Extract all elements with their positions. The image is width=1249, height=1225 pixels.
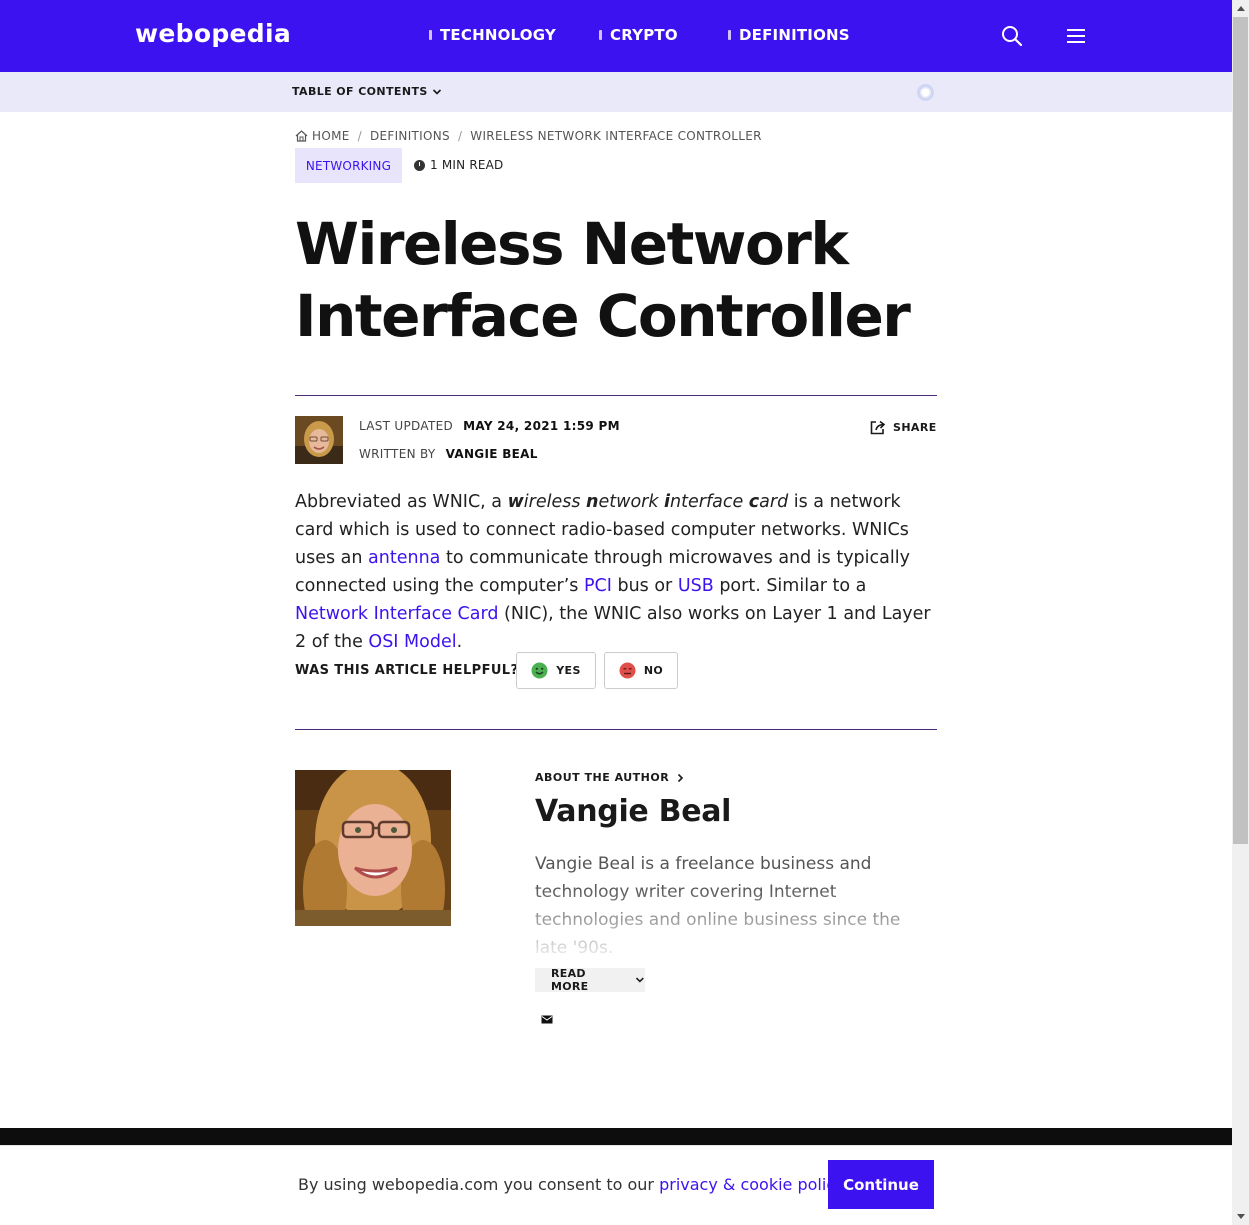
helpful-no-button[interactable]: NO [604, 652, 678, 689]
chevron-right-icon [678, 773, 684, 782]
nav-marker-icon [728, 30, 731, 40]
continue-button[interactable]: Continue [828, 1160, 934, 1209]
search-button[interactable] [1000, 24, 1024, 48]
nav-marker-icon [429, 30, 432, 40]
read-time-label: 1 MIN READ [430, 158, 504, 172]
toc-label: TABLE OF CONTENTS [292, 85, 428, 98]
author-avatar-image [295, 416, 343, 464]
author-bio: Vangie Beal is a freelance business and … [535, 850, 935, 956]
nav-link-technology[interactable]: TECHNOLOGY [429, 26, 556, 44]
author-photo-image [295, 770, 451, 926]
email-icon[interactable] [541, 1015, 553, 1024]
body-text: bus or [611, 576, 678, 596]
last-updated-label: LAST UPDATED [359, 419, 454, 433]
divider [295, 729, 937, 730]
article-body: Abbreviated as WNIC, a wireless network … [295, 488, 937, 656]
cookie-text: By using webopedia.com you consent to ou… [298, 1175, 847, 1194]
highlighted-term: wireless network interface card [508, 492, 789, 512]
breadcrumb-home-label: HOME [312, 129, 350, 143]
last-updated-value: MAY 24, 2021 1:59 PM [463, 419, 620, 433]
read-more-label: READ MORE [551, 967, 589, 993]
breadcrumb-current[interactable]: WIRELESS NETWORK INTERFACE CONTROLLER [470, 129, 762, 143]
link-antenna[interactable]: antenna [368, 548, 440, 568]
home-icon [295, 130, 308, 142]
privacy-policy-link[interactable]: privacy & cookie policy [659, 1175, 842, 1194]
author-avatar[interactable] [295, 416, 343, 464]
nav-link-crypto[interactable]: CRYPTO [599, 26, 678, 44]
arrow-down-icon [1236, 1214, 1245, 1219]
breadcrumb-home[interactable]: HOME [295, 129, 350, 143]
reading-progress-icon [917, 84, 934, 101]
frown-icon [619, 662, 636, 679]
term-text: ireless [523, 492, 587, 512]
site-logo[interactable]: webopedia [135, 19, 291, 48]
cookie-consent-banner: By using webopedia.com you consent to ou… [0, 1145, 1232, 1225]
bio-fade-overlay [535, 886, 935, 956]
nav-link-label: CRYPTO [610, 26, 678, 44]
about-label: ABOUT THE AUTHOR [535, 771, 670, 784]
link-osi-model[interactable]: OSI Model [368, 632, 456, 652]
clock-icon [414, 159, 425, 171]
yes-label: YES [556, 664, 581, 677]
chevron-down-icon [432, 88, 441, 95]
body-text: . [456, 632, 463, 652]
about-the-author-link[interactable]: ABOUT THE AUTHOR [535, 771, 684, 784]
breadcrumb: HOME / DEFINITIONS / WIRELESS NETWORK IN… [295, 129, 762, 143]
chevron-down-icon [636, 977, 645, 983]
helpful-yes-button[interactable]: YES [516, 652, 596, 689]
nav-link-label: DEFINITIONS [739, 26, 850, 44]
term-text: nterface [670, 492, 749, 512]
read-more-button[interactable]: READ MORE [535, 967, 645, 993]
scroll-up-button[interactable] [1232, 0, 1249, 17]
written-by: WRITTEN BY VANGIE BEAL [359, 447, 538, 461]
category-tag[interactable]: NETWORKING [295, 148, 402, 183]
term-initial: n [586, 492, 599, 512]
page: webopedia TECHNOLOGY CRYPTO DEFINITIONS [0, 0, 1232, 1225]
share-label: SHARE [893, 421, 937, 434]
vertical-scrollbar[interactable] [1232, 0, 1249, 1225]
link-pci[interactable]: PCI [584, 576, 612, 596]
article-title: Wireless Network Interface Controller [295, 210, 911, 350]
table-of-contents-bar: TABLE OF CONTENTS [0, 72, 1232, 112]
share-button[interactable]: SHARE [870, 420, 937, 435]
last-updated: LAST UPDATED MAY 24, 2021 1:59 PM [359, 419, 620, 433]
breadcrumb-definitions[interactable]: DEFINITIONS [370, 129, 450, 143]
no-label: NO [643, 664, 664, 677]
scrollbar-thumb[interactable] [1233, 17, 1248, 844]
top-navigation-bar: webopedia TECHNOLOGY CRYPTO DEFINITIONS [0, 0, 1232, 72]
author-name[interactable]: Vangie Beal [535, 794, 731, 829]
cookie-text-before: By using webopedia.com you consent to ou… [298, 1175, 660, 1194]
nav-link-definitions[interactable]: DEFINITIONS [728, 26, 850, 44]
author-link[interactable]: VANGIE BEAL [446, 447, 538, 461]
helpful-question: WAS THIS ARTICLE HELPFUL? [295, 663, 519, 678]
search-icon [1002, 26, 1023, 47]
term-text: ard [759, 492, 789, 512]
divider [295, 395, 937, 396]
breadcrumb-separator: / [357, 129, 362, 143]
breadcrumb-separator: / [457, 129, 463, 143]
share-icon [870, 420, 886, 435]
term-text: etwork [598, 492, 665, 512]
body-text: Abbreviated as WNIC, a [295, 492, 508, 512]
smile-icon [531, 662, 548, 679]
author-photo[interactable] [295, 770, 451, 926]
table-of-contents-toggle[interactable]: TABLE OF CONTENTS [292, 85, 442, 98]
nav-marker-icon [599, 30, 602, 40]
link-usb[interactable]: USB [678, 576, 714, 596]
body-text: port. Similar to a [713, 576, 867, 596]
menu-button[interactable] [1064, 24, 1088, 48]
term-initial: c [748, 492, 760, 512]
nav-link-label: TECHNOLOGY [440, 26, 556, 44]
scroll-down-button[interactable] [1232, 1208, 1249, 1225]
term-initial: w [507, 492, 524, 512]
hamburger-menu-icon [1067, 29, 1085, 43]
written-by-label: WRITTEN BY [359, 447, 436, 461]
read-time: 1 MIN READ [414, 158, 504, 172]
arrow-up-icon [1236, 6, 1245, 11]
link-network-interface-card[interactable]: Network Interface Card [295, 604, 498, 624]
